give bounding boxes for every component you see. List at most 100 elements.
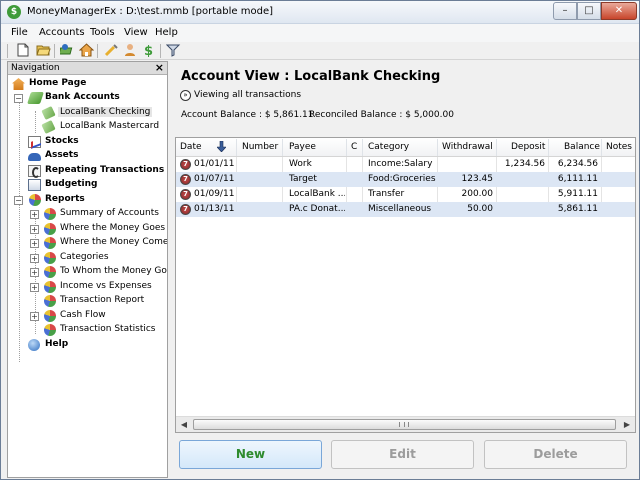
tree-item-bank-accounts[interactable]: − Bank Accounts <box>14 91 164 105</box>
tree-item-reports[interactable]: − Reports <box>14 193 164 207</box>
column-header-balance[interactable]: Balance <box>564 142 600 152</box>
navigation-title: Navigation <box>11 63 60 73</box>
report-icon <box>44 295 56 307</box>
tree-item-budgeting[interactable]: Budgeting <box>28 178 164 192</box>
tree-item-where-money-goes[interactable]: + Where the Money Goes <box>30 222 166 236</box>
column-header-category[interactable]: Category <box>368 142 409 152</box>
menu-bar: File Accounts Tools View Help <box>1 24 639 42</box>
scroll-right-icon[interactable]: ▶ <box>620 418 634 431</box>
tree-line <box>19 97 20 362</box>
stocks-chart-icon <box>28 136 41 148</box>
tree-item-summary-of-accounts[interactable]: + Summary of Accounts <box>30 207 166 221</box>
navigation-tree: Home Page − Bank Accounts LocalBank Chec… <box>8 76 167 477</box>
toolbar-separator <box>160 44 161 58</box>
app-logo-icon: $ <box>7 5 21 19</box>
tree-item-assets[interactable]: Assets <box>28 149 164 163</box>
minimize-button[interactable]: – <box>553 2 577 20</box>
report-icon <box>44 252 56 264</box>
expand-icon[interactable]: + <box>30 283 39 292</box>
table-row[interactable]: 7 01/07/11 Target Food:Groceries 123.45 … <box>176 172 635 187</box>
account-view: Account View : LocalBank Checking » View… <box>172 61 637 478</box>
menu-view[interactable]: View <box>124 27 148 38</box>
column-header-status[interactable]: C <box>351 142 357 152</box>
grid-header: Date Number Payee C Category Withdrawal … <box>176 138 635 157</box>
report-icon <box>44 310 56 322</box>
window-title: MoneyManagerEx : D:\test.mmb [portable m… <box>27 6 274 17</box>
unreconciled-icon: 7 <box>180 159 191 170</box>
navigation-panel: Navigation × Home Page − Bank Accounts L… <box>7 61 168 478</box>
tree-item-to-whom-money-goes[interactable]: + To Whom the Money Goe <box>30 265 167 279</box>
reconciled-balance: Reconciled Balance : $ 5,000.00 <box>309 110 454 120</box>
tree-item-localbank-checking[interactable]: LocalBank Checking <box>41 106 164 120</box>
scroll-left-icon[interactable]: ◀ <box>177 418 191 431</box>
menu-file[interactable]: File <box>11 27 28 38</box>
tree-item-categories[interactable]: + Categories <box>30 251 166 265</box>
scrollbar-thumb[interactable] <box>193 419 616 430</box>
expand-icon[interactable]: + <box>30 268 39 277</box>
expand-icon[interactable]: + <box>30 225 39 234</box>
column-header-date[interactable]: Date <box>180 142 202 152</box>
table-row[interactable]: 7 01/13/11 PA.c Donat... Miscellaneous 5… <box>176 202 635 217</box>
tree-item-home-page[interactable]: Home Page <box>11 77 161 91</box>
filter-label: Viewing all transactions <box>194 90 302 100</box>
toolbar: $ <box>1 42 639 60</box>
unreconciled-icon: 7 <box>180 204 191 215</box>
close-button[interactable]: ✕ <box>601 2 637 20</box>
open-folder-icon[interactable] <box>35 43 51 59</box>
tree-item-help[interactable]: Help <box>28 338 164 352</box>
tree-item-cash-flow[interactable]: + Cash Flow <box>30 309 166 323</box>
expand-icon[interactable]: + <box>30 312 39 321</box>
filter-dropdown-icon[interactable]: » <box>180 90 191 101</box>
tree-item-income-vs-expenses[interactable]: + Income vs Expenses <box>30 280 166 294</box>
menu-accounts[interactable]: Accounts <box>39 27 85 38</box>
filter-icon[interactable] <box>165 43 181 59</box>
delete-transaction-button[interactable]: Delete <box>484 440 627 469</box>
new-account-icon[interactable] <box>57 43 75 59</box>
sort-descending-icon[interactable] <box>216 140 227 153</box>
expand-icon[interactable]: + <box>30 210 39 219</box>
users-icon[interactable] <box>122 43 138 59</box>
bank-icon <box>27 92 44 104</box>
dollar-icon[interactable]: $ <box>141 43 157 59</box>
account-title: Account View : LocalBank Checking <box>181 69 441 84</box>
tree-item-transaction-report[interactable]: Transaction Report <box>30 294 166 308</box>
edit-transaction-button[interactable]: Edit <box>331 440 474 469</box>
navigation-close-icon[interactable]: × <box>155 61 164 74</box>
maximize-button[interactable]: □ <box>577 2 601 20</box>
report-icon <box>44 208 56 220</box>
expand-icon[interactable]: + <box>30 254 39 263</box>
toolbar-separator <box>54 44 55 58</box>
column-header-deposit[interactable]: Deposit <box>511 142 545 152</box>
collapse-icon[interactable]: − <box>14 94 23 103</box>
report-icon <box>44 324 56 336</box>
car-icon <box>28 153 41 161</box>
tree-item-transaction-statistics[interactable]: Transaction Statistics <box>30 323 166 337</box>
table-row[interactable]: 7 01/09/11 LocalBank ... Transfer 200.00… <box>176 187 635 202</box>
column-header-payee[interactable]: Payee <box>289 142 316 152</box>
menu-help[interactable]: Help <box>155 27 178 38</box>
navigation-header: Navigation × <box>8 61 167 75</box>
options-icon[interactable] <box>103 43 119 59</box>
tree-item-localbank-mastercard[interactable]: LocalBank Mastercard <box>41 120 164 134</box>
new-transaction-button[interactable]: New <box>179 440 322 469</box>
menu-tools[interactable]: Tools <box>90 27 115 38</box>
column-header-withdrawal[interactable]: Withdrawal <box>442 142 493 152</box>
collapse-icon[interactable]: − <box>14 196 23 205</box>
expand-icon[interactable]: + <box>30 239 39 248</box>
table-row[interactable]: 7 01/01/11 Work Income:Salary 1,234.56 6… <box>176 157 635 172</box>
report-icon <box>44 223 56 235</box>
pie-chart-icon <box>29 194 41 206</box>
tree-item-where-money-comes[interactable]: + Where the Money Comes <box>30 236 167 250</box>
new-file-icon[interactable] <box>15 43 31 59</box>
tree-item-stocks[interactable]: Stocks <box>28 135 164 149</box>
svg-text:$: $ <box>144 44 153 57</box>
title-bar[interactable]: $ MoneyManagerEx : D:\test.mmb [portable… <box>1 1 639 24</box>
clock-icon <box>28 165 41 178</box>
horizontal-scrollbar[interactable]: ◀ ▶ <box>176 416 635 432</box>
help-icon <box>28 339 40 351</box>
main-window: $ MoneyManagerEx : D:\test.mmb [portable… <box>0 0 640 480</box>
column-header-notes[interactable]: Notes <box>606 142 632 152</box>
home-icon[interactable] <box>78 43 94 59</box>
tree-item-repeating-transactions[interactable]: Repeating Transactions <box>28 164 164 178</box>
column-header-number[interactable]: Number <box>242 142 278 152</box>
